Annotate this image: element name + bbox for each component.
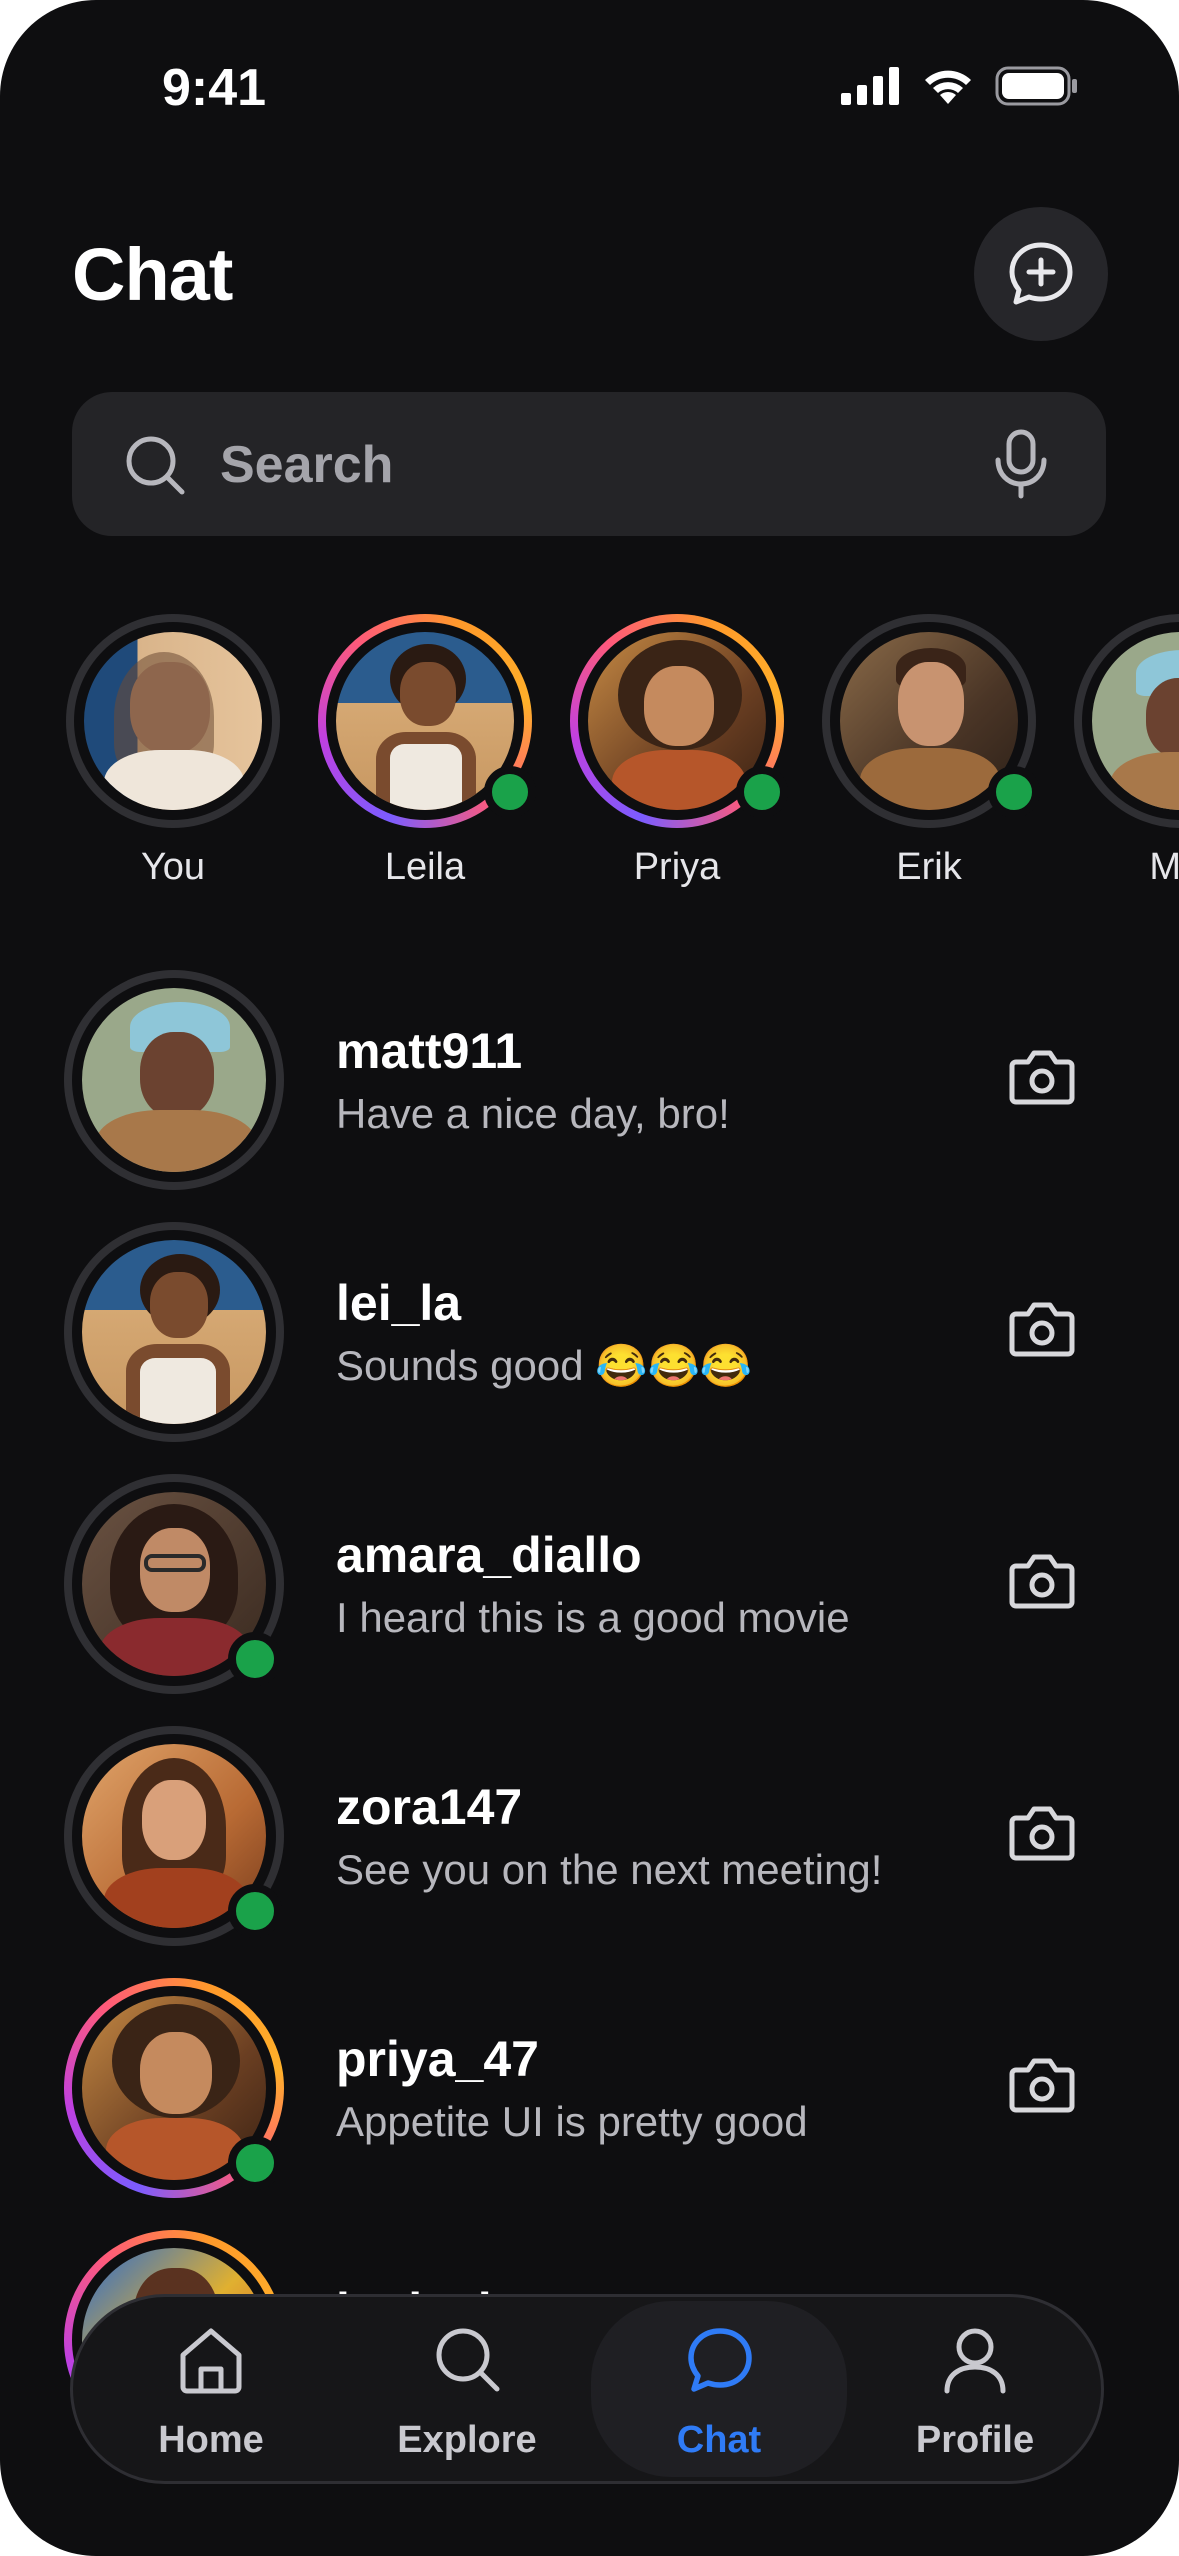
tab-explore[interactable]: Explore — [347, 2297, 587, 2481]
chat-preview: Appetite UI is pretty good — [336, 2098, 808, 2145]
online-indicator — [228, 1632, 282, 1686]
tab-chat[interactable]: Chat — [591, 2301, 847, 2477]
chat-row-matt911[interactable]: matt911 Have a nice day, bro! — [64, 970, 1124, 1190]
mic-icon[interactable] — [992, 428, 1050, 500]
tab-label: Explore — [397, 2419, 537, 2461]
camera-icon[interactable] — [1008, 1298, 1076, 1358]
wifi-icon — [925, 70, 971, 104]
online-indicator — [736, 766, 788, 818]
user-icon — [944, 2328, 1006, 2394]
search-input[interactable] — [218, 422, 1022, 508]
battery-icon — [995, 66, 1077, 106]
story-name: Mat — [1149, 846, 1179, 888]
tab-profile[interactable]: Profile — [855, 2297, 1095, 2481]
signal-icon — [841, 67, 899, 105]
tab-home[interactable]: Home — [91, 2297, 331, 2481]
tab-label: Home — [158, 2419, 264, 2461]
chat-row-lei-la[interactable]: lei_la Sounds good 😂😂😂 — [64, 1222, 1124, 1442]
chat-preview: I heard this is a good movie — [336, 1594, 850, 1641]
avatar — [84, 632, 262, 810]
chat-username: zora147 — [336, 1779, 523, 1835]
home-icon — [180, 2328, 242, 2394]
camera-icon[interactable] — [1008, 2054, 1076, 2114]
status-time: 9:41 — [162, 59, 267, 117]
chat-username: lei_la — [336, 1275, 462, 1331]
message-plus-icon — [1009, 242, 1073, 305]
chat-preview: Sounds good 😂😂😂 — [336, 1342, 753, 1389]
chat-username: matt911 — [336, 1023, 523, 1079]
camera-icon[interactable] — [1008, 1550, 1076, 1610]
search-icon — [436, 2328, 500, 2392]
online-indicator — [228, 1884, 282, 1938]
tab-bar: Home Explore Chat Profile — [70, 2294, 1104, 2484]
tab-label: Profile — [915, 2419, 1035, 2461]
chat-row-amara-diallo[interactable]: amara_diallo I heard this is a good movi… — [64, 1474, 1124, 1694]
story-name: You — [140, 846, 206, 888]
chat-username: amara_diallo — [336, 1527, 642, 1583]
camera-icon[interactable] — [1008, 1802, 1076, 1862]
tab-label: Chat — [676, 2419, 762, 2461]
new-chat-button[interactable] — [974, 207, 1108, 341]
chat-row-priya-47[interactable]: priya_47 Appetite UI is pretty good — [64, 1978, 1124, 2198]
online-indicator — [484, 766, 536, 818]
online-indicator — [228, 2136, 282, 2190]
online-indicator — [988, 766, 1040, 818]
story-name: Leila — [384, 846, 466, 888]
story-name: Erik — [896, 846, 962, 888]
camera-icon[interactable] — [1008, 1046, 1076, 1106]
chat-preview: Have a nice day, bro! — [336, 1090, 730, 1137]
chat-username: priya_47 — [336, 2031, 539, 2087]
avatar — [82, 988, 266, 1172]
avatar — [82, 1240, 266, 1424]
page-title: Chat — [72, 233, 233, 316]
status-icons — [841, 66, 1079, 106]
chat-preview: See you on the next meeting! — [336, 1846, 883, 1893]
phone-screen: 9:41 Chat Search You Leila Priya Erik M … — [0, 0, 1179, 2556]
chat-row-zora147[interactable]: zora147 See you on the next meeting! — [64, 1726, 1124, 1946]
chat-bubble-icon — [688, 2328, 752, 2392]
story-name: Priya — [633, 846, 721, 888]
search-icon — [126, 436, 185, 495]
search-bar[interactable] — [72, 392, 1106, 536]
